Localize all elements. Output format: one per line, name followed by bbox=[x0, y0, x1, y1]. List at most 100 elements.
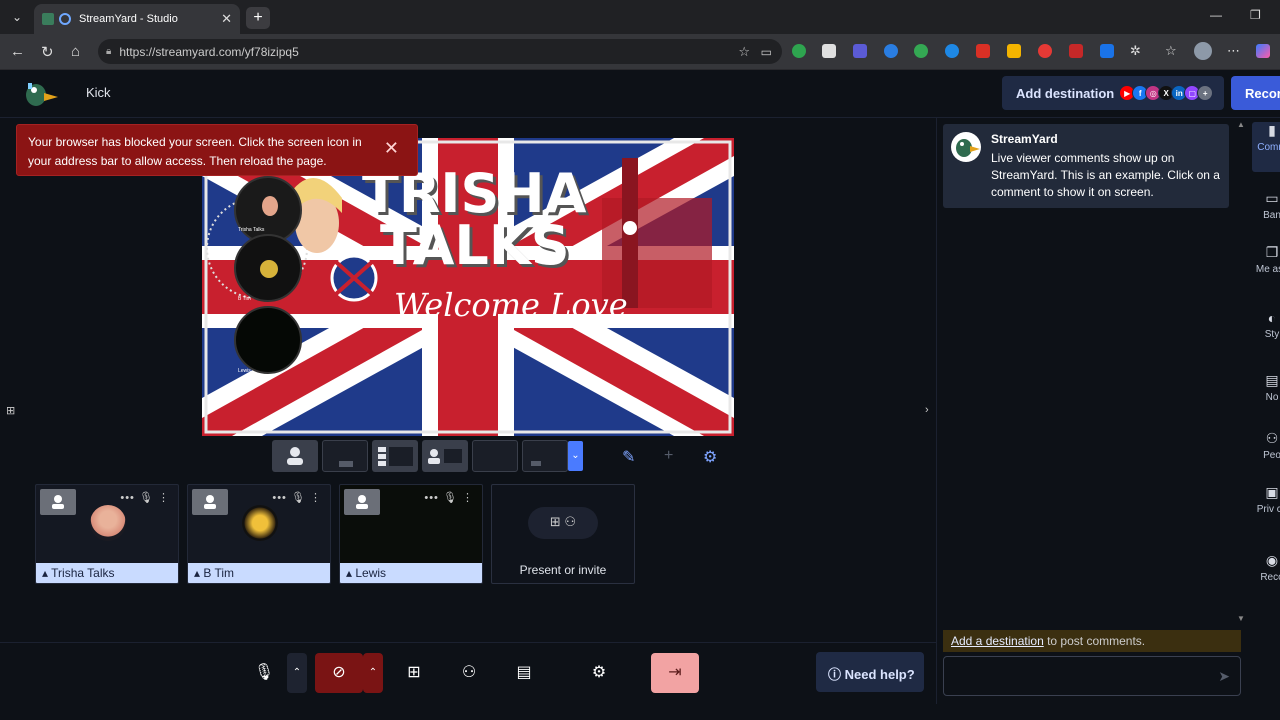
sidebar-item-notes[interactable]: ▤ No bbox=[1252, 372, 1280, 422]
extension-icon[interactable] bbox=[1007, 44, 1021, 58]
extension-icon[interactable] bbox=[976, 44, 990, 58]
extension-icon[interactable] bbox=[1069, 44, 1083, 58]
minimize-icon[interactable]: — bbox=[1210, 8, 1222, 22]
tile-controls-icon[interactable]: ••• 🎙︎ ⋮ bbox=[424, 491, 474, 504]
edit-pencil-icon[interactable]: ✎ bbox=[622, 447, 635, 467]
close-tab-icon[interactable]: ✕ bbox=[221, 11, 232, 27]
stage-canvas[interactable]: TRISHA TALKS Welcome Love Trisha Talks B… bbox=[202, 138, 734, 436]
comment-input[interactable]: ➤ bbox=[943, 656, 1241, 696]
share-screen-button[interactable]: ⊞ bbox=[394, 653, 434, 693]
new-tab-button[interactable]: + bbox=[246, 7, 270, 29]
stage-settings-gear-icon[interactable]: ⚙ bbox=[703, 447, 717, 467]
add-to-stage-icon[interactable] bbox=[192, 489, 228, 515]
sidebar-item-people[interactable]: ⚇ Peo bbox=[1252, 430, 1280, 480]
home-icon[interactable]: ⌂ bbox=[71, 43, 80, 60]
participant-tile[interactable]: ••• 🎙︎ ⋮ ▴ B Tim bbox=[187, 484, 331, 584]
microphone-button[interactable]: 🎙︎ bbox=[244, 653, 284, 693]
participant-tile[interactable]: ••• 🎙︎ ⋮ ▴ Lewis bbox=[339, 484, 483, 584]
add-destination-button[interactable]: Add destination ▶ f ◎ X in ▢ + bbox=[1002, 76, 1224, 110]
layout-picture-in-picture-button[interactable] bbox=[522, 440, 568, 472]
layout-solo-button[interactable] bbox=[272, 440, 318, 472]
profile-avatar[interactable] bbox=[1194, 42, 1212, 60]
add-destination-label: Add destination bbox=[1016, 85, 1115, 101]
site-favicon-icon bbox=[59, 13, 71, 25]
sidebar-label: Peo bbox=[1263, 450, 1280, 461]
address-bar[interactable]: 🔒︎ https://streamyard.com/yf78izipq5 ☆ ▭ bbox=[98, 39, 782, 64]
sidebar-item-private-chat[interactable]: ▣ Priv ch bbox=[1252, 484, 1280, 534]
present-invite-icon[interactable]: ⊞ ⚇ bbox=[528, 507, 598, 539]
add-to-stage-icon[interactable] bbox=[40, 489, 76, 515]
extension-icon[interactable] bbox=[1038, 44, 1052, 58]
add-destination-link[interactable]: Add a destination bbox=[951, 634, 1044, 648]
more-layouts-chevron-icon[interactable]: ⌄ bbox=[568, 441, 583, 471]
lock-icon[interactable]: 🔒︎ bbox=[106, 46, 111, 57]
copilot-icon[interactable] bbox=[1256, 44, 1270, 58]
participant-name-tag: ▴ Lewis bbox=[340, 563, 482, 583]
invite-guest-button[interactable]: ⚇ bbox=[449, 653, 489, 693]
sidebar-label: Ban bbox=[1263, 210, 1280, 221]
add-to-stage-icon[interactable] bbox=[344, 489, 380, 515]
screen-blocked-alert: Your browser has blocked your screen. Cl… bbox=[16, 124, 418, 176]
participant-bubble bbox=[234, 234, 302, 302]
browser-tab[interactable]: StreamYard - Studio ✕ bbox=[34, 4, 240, 34]
layout-fullscreen-button[interactable] bbox=[472, 440, 518, 472]
send-icon[interactable]: ➤ bbox=[1218, 668, 1230, 685]
sidebar-label: Reco bbox=[1260, 572, 1280, 583]
close-alert-icon[interactable]: ✕ bbox=[384, 139, 399, 158]
extension-icon[interactable] bbox=[884, 44, 898, 58]
maximize-icon[interactable]: ❐ bbox=[1250, 8, 1261, 22]
extension-icon[interactable] bbox=[853, 44, 867, 58]
sidebar-item-comments[interactable]: ▮ Comm bbox=[1252, 122, 1280, 172]
camera-blocked-icon[interactable]: ▭ bbox=[761, 45, 772, 59]
post-comments-note: Add a destination to post comments. bbox=[943, 630, 1241, 652]
mic-options-chevron-icon[interactable]: ⌃ bbox=[287, 653, 307, 693]
more-destinations-icon: + bbox=[1197, 85, 1214, 101]
browser-toolbar: ← ↻ ⌂ 🔒︎ https://streamyard.com/yf78izip… bbox=[0, 34, 1280, 70]
camera-off-button[interactable]: ⊘ bbox=[315, 653, 363, 693]
record-button[interactable]: Record bbox=[1231, 76, 1280, 110]
extension-icon[interactable] bbox=[914, 44, 928, 58]
extension-icon[interactable] bbox=[792, 44, 806, 58]
layout-split-button[interactable] bbox=[422, 440, 468, 472]
workspace-icon bbox=[42, 13, 54, 25]
layout-side-list-button[interactable] bbox=[372, 440, 418, 472]
comments-scrollbar[interactable]: ▲ ▼ bbox=[1236, 118, 1246, 628]
sidebar-item-banners[interactable]: ▭ Ban bbox=[1252, 190, 1280, 240]
settings-gear-icon[interactable]: ⚙ bbox=[579, 653, 619, 693]
tile-controls-icon[interactable]: ••• 🎙︎ ⋮ bbox=[120, 491, 170, 504]
reload-icon[interactable]: ↻ bbox=[41, 43, 54, 61]
favorites-icon[interactable]: ☆ bbox=[1165, 43, 1177, 59]
person-icon: ▴ bbox=[194, 566, 204, 580]
tile-controls-icon[interactable]: ••• 🎙︎ ⋮ bbox=[272, 491, 322, 504]
need-help-button[interactable]: ⓘ Need help? bbox=[816, 652, 924, 692]
banner-script: Welcome Love bbox=[394, 286, 628, 324]
help-icon: ⓘ bbox=[828, 667, 845, 682]
add-icon[interactable]: + bbox=[664, 447, 673, 465]
collapse-panel-icon[interactable]: › bbox=[925, 404, 929, 416]
sidebar-item-media-assets[interactable]: ❐ Me ass bbox=[1252, 244, 1280, 294]
destination-label[interactable]: Kick bbox=[86, 85, 111, 100]
sidebar-item-style[interactable]: ◐ Sty bbox=[1252, 310, 1280, 360]
extension-icon[interactable] bbox=[945, 44, 959, 58]
extensions-puzzle-icon[interactable]: ✲ bbox=[1130, 43, 1141, 59]
extension-icon[interactable] bbox=[1100, 44, 1114, 58]
leave-studio-button[interactable]: ⇥ bbox=[651, 653, 699, 693]
media-icon: ❐ bbox=[1265, 244, 1279, 260]
back-icon[interactable]: ← bbox=[10, 43, 25, 60]
layout-panel-icon[interactable]: ⊞ bbox=[6, 404, 15, 417]
sidebar-label: Priv ch bbox=[1256, 504, 1280, 515]
comments-panel: StreamYard Live viewer comments show up … bbox=[936, 118, 1241, 704]
banners-icon: ▭ bbox=[1265, 190, 1279, 206]
example-comment[interactable]: StreamYard Live viewer comments show up … bbox=[943, 124, 1229, 208]
tab-list-button[interactable]: ⌄ bbox=[6, 6, 28, 28]
bookmark-star-icon[interactable]: ☆ bbox=[738, 44, 750, 60]
sidebar-item-recording[interactable]: ◉ Reco bbox=[1252, 552, 1280, 602]
participant-tile[interactable]: ••• 🎙︎ ⋮ ▴ Trisha Talks bbox=[35, 484, 179, 584]
extension-icon[interactable] bbox=[822, 44, 836, 58]
present-or-invite-tile[interactable]: ⊞ ⚇ Present or invite bbox=[491, 484, 635, 584]
camera-options-chevron-icon[interactable]: ⌃ bbox=[363, 653, 383, 693]
layout-thumbnail-button[interactable] bbox=[322, 440, 368, 472]
comment-message: Live viewer comments show up on StreamYa… bbox=[991, 151, 1220, 199]
more-menu-icon[interactable]: ⋯ bbox=[1227, 43, 1240, 59]
notes-button[interactable]: ▤ bbox=[504, 653, 544, 693]
